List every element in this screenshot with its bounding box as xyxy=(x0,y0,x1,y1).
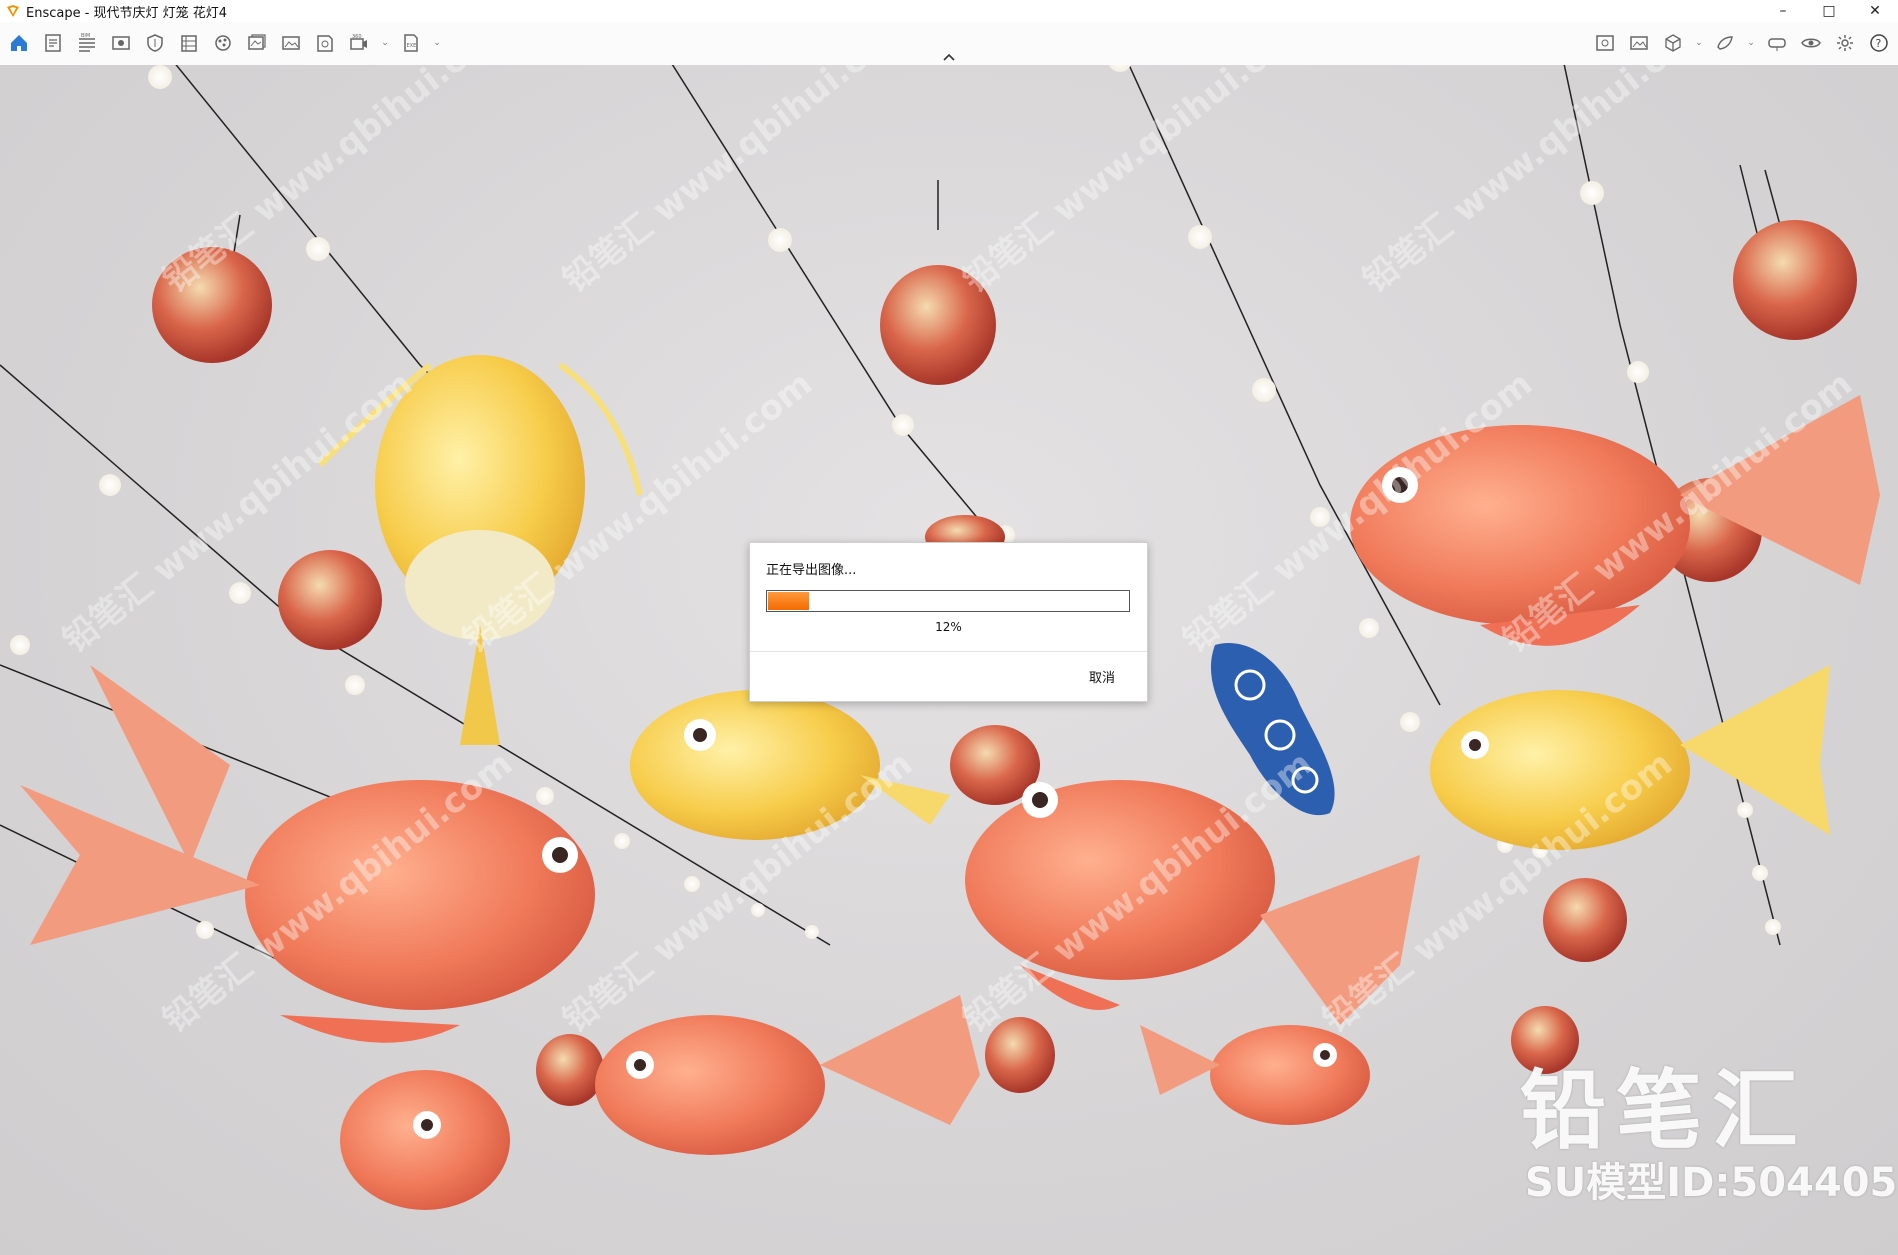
toolbar-left-group: BIM 360 ⌄ EXE ⌄ xyxy=(6,30,442,56)
image-icon[interactable] xyxy=(1626,30,1652,56)
brand-watermark: 铅笔汇 xyxy=(1520,1061,1808,1161)
title-bar: Enscape - 现代节庆灯 灯笼 花灯4 – □ ✕ xyxy=(0,0,1898,22)
dialog-divider xyxy=(750,651,1147,652)
help-icon[interactable]: ? xyxy=(1866,30,1892,56)
visibility-icon[interactable] xyxy=(1798,30,1824,56)
svg-text:360: 360 xyxy=(352,34,362,40)
export-icon[interactable]: EXE xyxy=(398,30,424,56)
video-icon[interactable]: 360 xyxy=(346,30,372,56)
model-id-watermark: SU模型ID:504405 xyxy=(1525,1160,1898,1206)
building-icon[interactable] xyxy=(176,30,202,56)
vr-headset-icon[interactable] xyxy=(1764,30,1790,56)
export-dropdown-chevron-icon[interactable]: ⌄ xyxy=(432,30,442,56)
chevron-up-icon[interactable] xyxy=(940,50,958,64)
asset-library-icon[interactable] xyxy=(1592,30,1618,56)
close-button[interactable]: ✕ xyxy=(1852,0,1898,22)
material-sphere-icon[interactable] xyxy=(210,30,236,56)
progress-bar-fill xyxy=(768,592,810,610)
svg-text:?: ? xyxy=(1876,37,1882,50)
enscape-logo-icon xyxy=(7,5,19,17)
screenshot-icon[interactable] xyxy=(278,30,304,56)
minimize-button[interactable]: – xyxy=(1760,0,1806,22)
cancel-button[interactable]: 取消 xyxy=(1089,667,1115,686)
window-title: Enscape - 现代节庆灯 灯笼 花灯4 xyxy=(26,5,228,21)
progress-bar xyxy=(766,590,1130,612)
cloud-ornament xyxy=(1210,643,1335,816)
progress-percent-label: 12% xyxy=(935,620,962,634)
cube-icon[interactable] xyxy=(1660,30,1686,56)
eye-view-icon[interactable] xyxy=(108,30,134,56)
toolbar-right-group: ⌄ ⌄ ? xyxy=(1592,30,1892,56)
window-controls: – □ ✕ xyxy=(1760,0,1898,22)
home-icon[interactable] xyxy=(6,30,32,56)
document-icon[interactable] xyxy=(40,30,66,56)
svg-text:EXE: EXE xyxy=(407,43,417,49)
bim-list-icon[interactable]: BIM xyxy=(74,30,100,56)
video-dropdown-chevron-icon[interactable]: ⌄ xyxy=(380,30,390,56)
svg-text:BIM: BIM xyxy=(81,33,90,39)
dialog-title: 正在导出图像... xyxy=(766,563,857,578)
safe-frame-icon[interactable] xyxy=(142,30,168,56)
maximize-button[interactable]: □ xyxy=(1806,0,1852,22)
panorama-icon[interactable] xyxy=(312,30,338,56)
export-progress-dialog: 正在导出图像... 12% 取消 xyxy=(749,542,1148,702)
sun-icon[interactable] xyxy=(1712,30,1738,56)
cube-dropdown-chevron-icon[interactable]: ⌄ xyxy=(1694,30,1704,56)
settings-icon[interactable] xyxy=(1832,30,1858,56)
batch-render-icon[interactable] xyxy=(244,30,270,56)
sun-dropdown-chevron-icon[interactable]: ⌄ xyxy=(1746,30,1756,56)
